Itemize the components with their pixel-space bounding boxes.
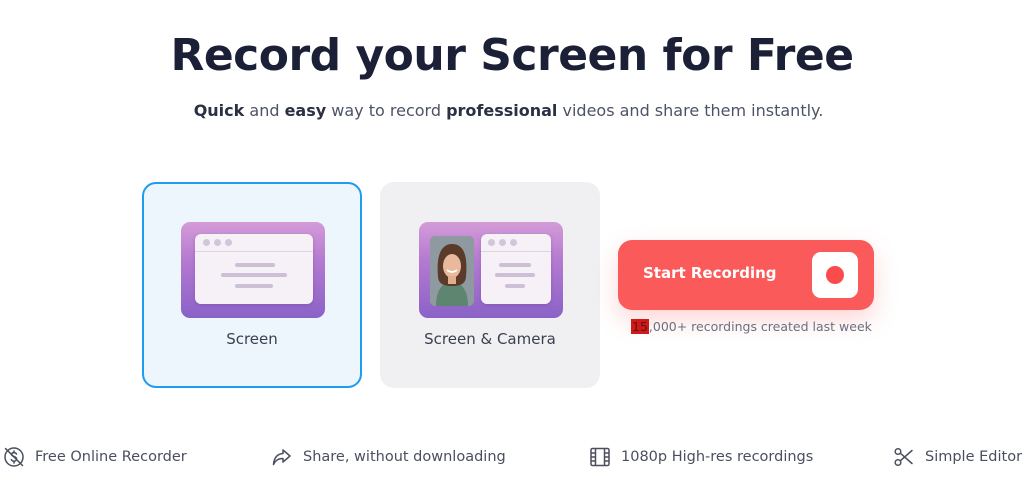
option-screen-label: Screen [226,330,278,348]
feature-share-label: Share, without downloading [303,449,506,465]
option-screen-camera-label: Screen & Camera [424,330,556,348]
screen-camera-icon [419,222,563,318]
window-illustration [481,234,551,304]
start-recording-button[interactable]: Start Recording [618,240,874,310]
feature-free-recorder-label: Free Online Recorder [35,449,187,465]
subtitle-emphasis-quick: Quick [193,101,245,120]
window-illustration [195,234,313,304]
subtitle-text: way to record [326,101,447,120]
page-title: Record your Screen for Free [170,30,854,81]
screen-window-icon [181,222,325,318]
subtitle-text: and [244,101,285,120]
subtitle-emphasis-professional: professional [446,101,558,120]
feature-high-res: 1080p High-res recordings [588,443,813,471]
recordings-count-highlight: 15 [631,319,649,334]
option-screen-camera-card[interactable]: Screen & Camera [380,182,600,388]
scissors-icon [894,447,913,467]
recordings-count-text: ,000+ recordings created last week [648,319,872,334]
window-titlebar [195,234,313,252]
subtitle-text: videos and share them instantly. [557,101,824,120]
start-recording-label: Start Recording [643,264,777,282]
record-dot-icon [812,252,858,298]
option-screen-card[interactable]: Screen [142,182,362,388]
recordings-count-note: 15,000+ recordings created last week [631,319,872,334]
feature-high-res-label: 1080p High-res recordings [621,449,814,465]
camera-person-thumbnail [430,236,474,306]
landing-page: Record your Screen for Free Quick and ea… [0,0,1024,498]
share-arrow-icon [272,449,291,466]
no-cost-icon [4,447,24,467]
feature-share: Share, without downloading [270,443,506,471]
film-icon [590,447,610,467]
page-subtitle: Quick and easy way to record professiona… [0,101,1017,120]
subtitle-emphasis-easy: easy [284,101,327,120]
feature-editor-label: Simple Editor [925,449,1023,465]
feature-editor: Simple Editor [892,443,1022,471]
window-titlebar [481,234,551,252]
feature-free-recorder: Free Online Recorder [2,443,187,471]
